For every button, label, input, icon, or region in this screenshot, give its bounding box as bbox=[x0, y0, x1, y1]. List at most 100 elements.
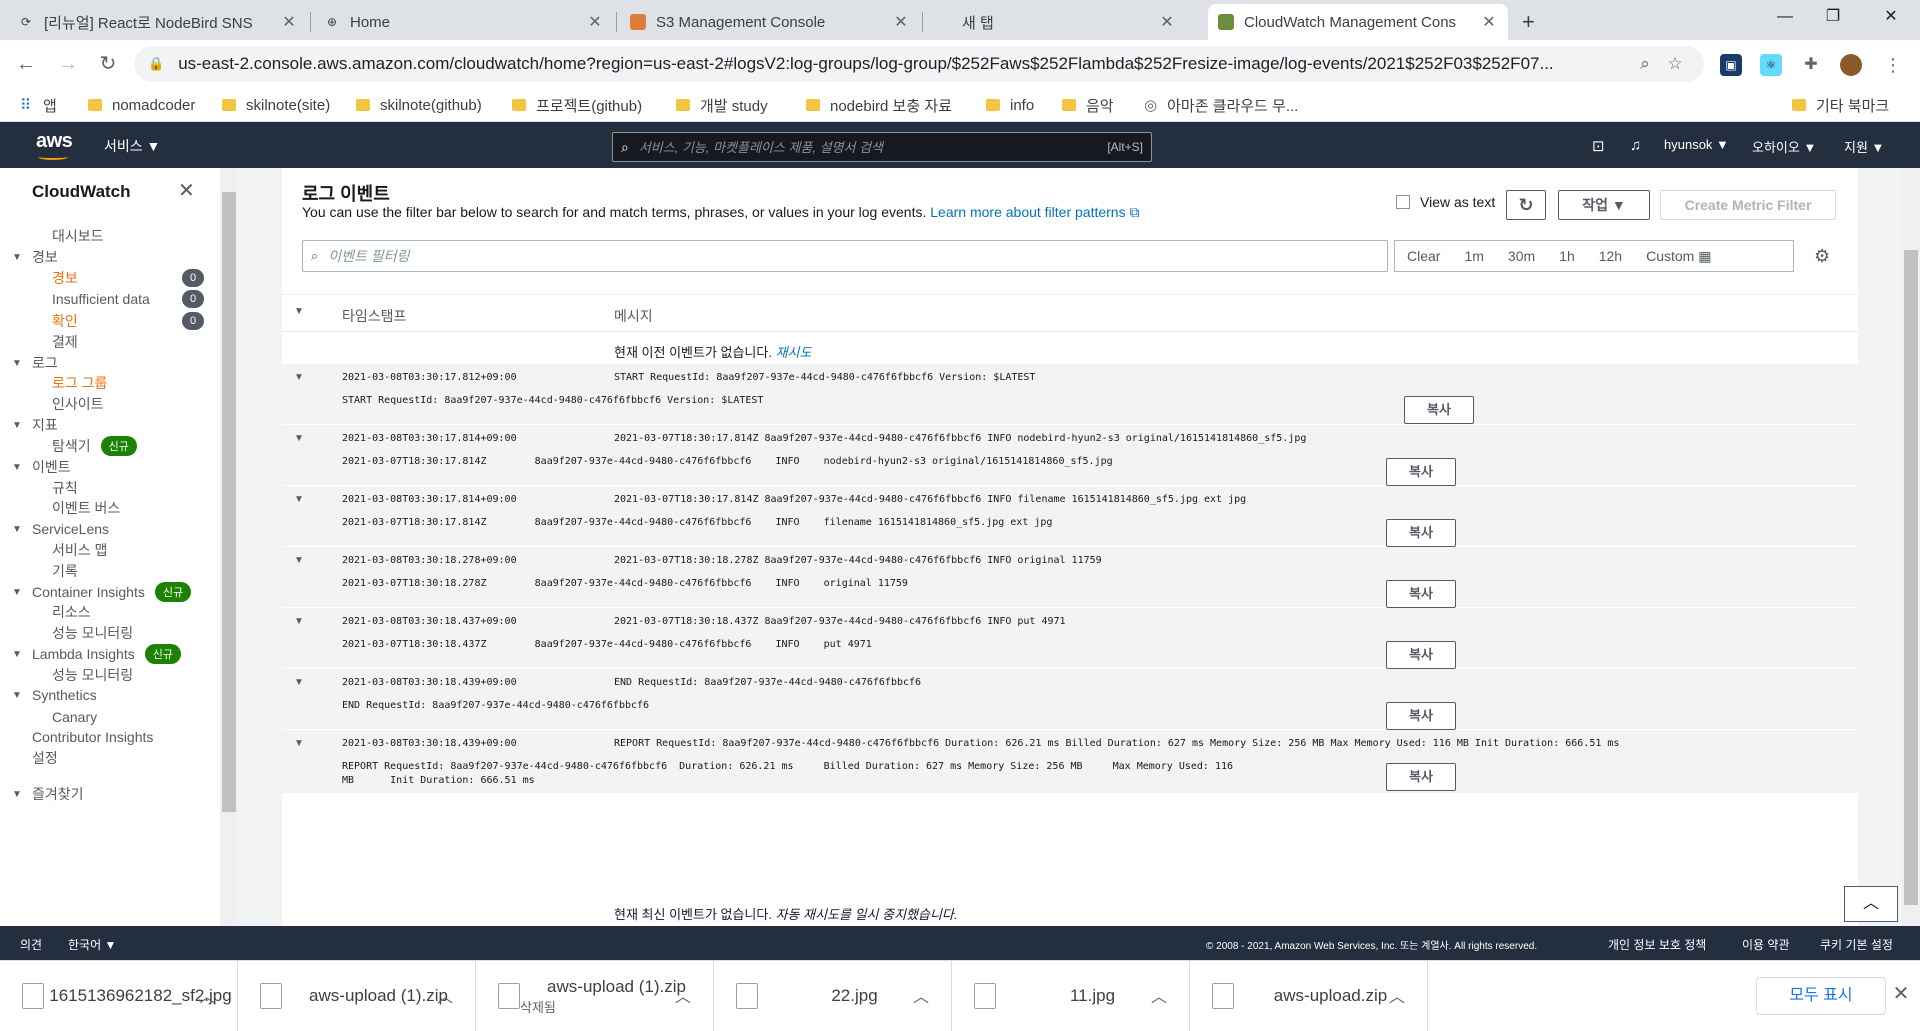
download-item[interactable]: aws-upload (1).zip 삭제됨 ︿ bbox=[476, 961, 714, 1031]
sidebar-item[interactable]: ▼ Synthetics bbox=[0, 685, 97, 705]
browser-tab[interactable]: ⊕ Home ✕ bbox=[314, 4, 614, 40]
chevron-up-icon[interactable]: ︿ bbox=[199, 983, 215, 1007]
sidebar-item[interactable]: 인사이트 bbox=[0, 394, 104, 414]
privacy-link[interactable]: 개인 정보 보호 정책 bbox=[1608, 936, 1706, 953]
sidebar-item[interactable]: 설정 bbox=[0, 748, 58, 768]
time-1h-button[interactable]: 1h bbox=[1547, 248, 1587, 264]
bell-icon[interactable]: ♫ bbox=[1630, 137, 1641, 154]
caret-down-icon[interactable]: ▼ bbox=[10, 462, 24, 473]
expand-caret-icon[interactable]: ▼ bbox=[294, 555, 304, 566]
region-menu[interactable]: 오하이오 ▼ bbox=[1752, 137, 1816, 156]
col-timestamp[interactable]: 타임스탬프 bbox=[342, 306, 406, 326]
download-item[interactable]: 1615136962182_sf2.jpg ︿ bbox=[0, 961, 238, 1031]
browser-tab[interactable]: ⟳ [리뉴얼] React로 NodeBird SNS ✕ bbox=[8, 4, 308, 40]
sidebar-item[interactable]: 기록 bbox=[0, 561, 78, 581]
close-icon[interactable]: ✕ bbox=[178, 178, 195, 203]
extension-icon[interactable]: ▣ bbox=[1720, 54, 1742, 76]
bookmark-item[interactable]: nomadcoder bbox=[88, 95, 195, 115]
expand-caret-icon[interactable]: ▼ bbox=[294, 738, 304, 749]
sidebar-item[interactable]: ▼ 경보 bbox=[0, 247, 58, 267]
close-icon[interactable]: ✕ bbox=[1480, 12, 1498, 32]
filter-patterns-link[interactable]: Learn more about filter patterns bbox=[930, 204, 1125, 220]
main-scrollbar-thumb[interactable] bbox=[1904, 250, 1918, 905]
time-clear-button[interactable]: Clear bbox=[1395, 248, 1452, 264]
log-event-row[interactable]: ▼ 2021-03-08T03:30:17.814+09:00 2021-03-07… bbox=[282, 486, 1858, 547]
url-text[interactable]: us-east-2.console.aws.amazon.com/cloudwa… bbox=[178, 54, 1630, 74]
expand-caret-icon[interactable]: ▼ bbox=[294, 677, 304, 688]
sidebar-item[interactable]: ▼ 로그 bbox=[0, 353, 58, 373]
bookmark-item[interactable]: 개발 study bbox=[676, 95, 768, 115]
sidebar-item[interactable]: Insufficient data bbox=[0, 289, 150, 309]
time-30m-button[interactable]: 30m bbox=[1496, 248, 1547, 264]
copy-button[interactable]: 복사 bbox=[1386, 702, 1456, 730]
cookies-link[interactable]: 쿠키 기본 설정 bbox=[1820, 936, 1893, 953]
log-event-row[interactable]: ▼ 2021-03-08T03:30:17.814+09:00 2021-03-07… bbox=[282, 425, 1858, 486]
bookmark-item[interactable]: 프로젝트(github) bbox=[512, 95, 642, 115]
close-icon[interactable]: ✕ bbox=[586, 12, 604, 32]
caret-down-icon[interactable]: ▼ bbox=[10, 358, 24, 369]
log-event-row[interactable]: ▼ 2021-03-08T03:30:18.439+09:00 END Reques… bbox=[282, 669, 1858, 730]
sidebar-item[interactable]: Contributor Insights bbox=[0, 727, 153, 747]
reload-icon[interactable]: ↻ bbox=[94, 50, 122, 78]
download-item[interactable]: aws-upload (1).zip ︿ bbox=[238, 961, 476, 1031]
aws-logo[interactable]: aws bbox=[36, 130, 73, 160]
time-1m-button[interactable]: 1m bbox=[1452, 248, 1495, 264]
caret-down-icon[interactable]: ▼ bbox=[10, 524, 24, 535]
copy-button[interactable]: 복사 bbox=[1386, 458, 1456, 486]
sidebar-item[interactable]: ▼ 즐겨찾기 bbox=[0, 784, 83, 804]
menu-icon[interactable]: ⋮ bbox=[1882, 54, 1904, 76]
sidebar-item[interactable]: 결제 bbox=[0, 332, 78, 352]
minimize-button[interactable]: — bbox=[1762, 0, 1808, 34]
time-12h-button[interactable]: 12h bbox=[1587, 248, 1634, 264]
bookmark-item[interactable]: skilnote(github) bbox=[356, 95, 482, 115]
copy-button[interactable]: 복사 bbox=[1386, 641, 1456, 669]
caret-down-icon[interactable]: ▼ bbox=[10, 252, 24, 263]
bookmark-item[interactable]: skilnote(site) bbox=[222, 95, 330, 115]
chevron-up-icon[interactable]: ︿ bbox=[913, 983, 929, 1007]
caret-down-icon[interactable]: ▼ bbox=[10, 789, 24, 800]
checkbox[interactable] bbox=[1396, 195, 1410, 209]
new-tab-button[interactable]: + bbox=[1512, 4, 1552, 40]
copy-button[interactable]: 복사 bbox=[1386, 763, 1456, 791]
copy-button[interactable]: 복사 bbox=[1386, 519, 1456, 547]
download-item[interactable]: 22.jpg ︿ bbox=[714, 961, 952, 1031]
sidebar-item[interactable]: 경보 bbox=[0, 268, 78, 288]
expand-caret-icon[interactable]: ▼ bbox=[294, 372, 304, 383]
sidebar-item[interactable]: 이벤트 버스 bbox=[0, 498, 120, 518]
retry-link[interactable]: 재시도 bbox=[776, 345, 812, 360]
sidebar-item[interactable]: ▼ 지표 bbox=[0, 415, 58, 435]
address-bar[interactable]: 🔒 us-east-2.console.aws.amazon.com/cloud… bbox=[134, 46, 1704, 82]
react-devtools-icon[interactable]: ⚛ bbox=[1760, 54, 1782, 76]
time-custom-button[interactable]: Custom ▦ bbox=[1634, 248, 1723, 265]
filter-events-input[interactable] bbox=[328, 248, 1379, 264]
copy-button[interactable]: 복사 bbox=[1386, 580, 1456, 608]
bookmark-apps[interactable]: ⠿ 앱 bbox=[20, 95, 57, 115]
scroll-to-top-button[interactable]: ︿ bbox=[1844, 886, 1898, 922]
sidebar-item[interactable]: 확인 bbox=[0, 311, 78, 331]
bookmark-item[interactable]: ◎ 아마존 클라우드 무... bbox=[1144, 95, 1298, 115]
puzzle-icon[interactable]: ✚ bbox=[1800, 54, 1822, 76]
avatar[interactable] bbox=[1840, 54, 1862, 76]
sidebar-item[interactable]: ▼ Container Insights 신규 bbox=[0, 582, 192, 602]
sidebar-item[interactable]: ▼ 이벤트 bbox=[0, 457, 71, 477]
caret-down-icon[interactable]: ▼ bbox=[10, 649, 24, 660]
close-icon[interactable]: ✕ bbox=[1158, 12, 1176, 32]
copy-button[interactable]: 복사 bbox=[1404, 396, 1474, 424]
col-message[interactable]: 메시지 bbox=[614, 306, 653, 326]
services-menu[interactable]: 서비스 ▼ bbox=[104, 136, 160, 156]
zoom-icon[interactable]: ⌕ bbox=[1630, 54, 1660, 74]
back-icon[interactable]: ← bbox=[12, 50, 40, 78]
bookmark-item[interactable]: 음악 bbox=[1062, 95, 1114, 115]
filter-box[interactable]: ⌕ bbox=[302, 240, 1388, 272]
browser-tab[interactable]: 새 탭 ✕ bbox=[926, 4, 1186, 40]
log-event-row[interactable]: ▼ 2021-03-08T03:30:18.439+09:00 REPORT Req… bbox=[282, 730, 1858, 794]
show-all-button[interactable]: 모두 표시 bbox=[1756, 977, 1886, 1015]
sidebar-item[interactable]: 성능 모니터링 bbox=[0, 623, 133, 643]
feedback-link[interactable]: 의견 bbox=[20, 936, 42, 953]
terms-link[interactable]: 이용 약관 bbox=[1742, 936, 1790, 953]
caret-down-icon[interactable]: ▼ bbox=[10, 587, 24, 598]
language-selector[interactable]: 한국어 ▼ bbox=[68, 936, 116, 953]
sidebar-item[interactable]: Canary bbox=[0, 707, 97, 727]
star-icon[interactable]: ☆ bbox=[1660, 54, 1690, 74]
close-icon[interactable]: ✕ bbox=[1886, 981, 1916, 1006]
